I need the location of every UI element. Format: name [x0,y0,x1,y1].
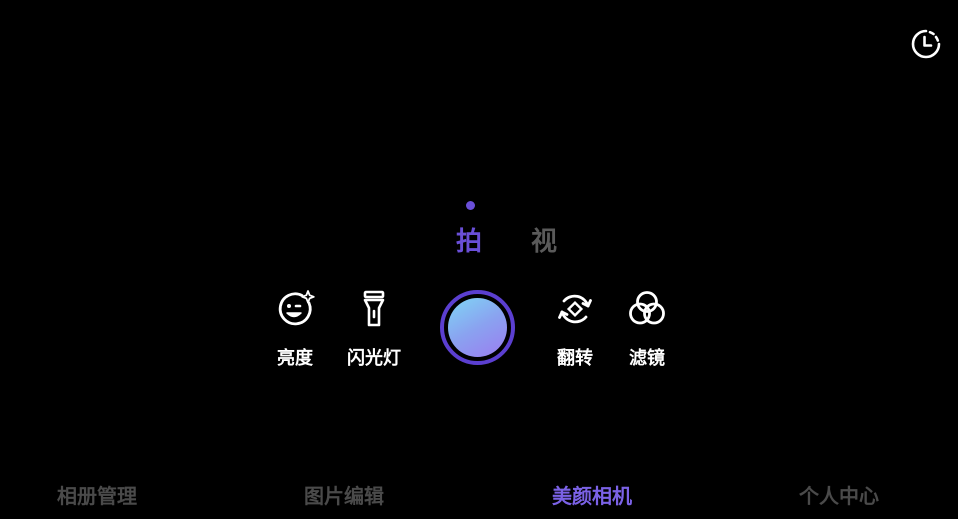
mode-tab-photo[interactable]: 拍 [456,226,482,258]
shutter-inner [448,298,507,357]
face-sparkle-icon [274,288,316,330]
nav-item-profile[interactable]: 个人中心 [799,478,879,514]
mode-tab-video[interactable]: 视 [531,226,557,258]
clock-timer-icon [911,29,941,59]
flash-button[interactable]: 闪光灯 [344,288,404,370]
flash-label: 闪光灯 [347,348,401,369]
bottom-nav: 相册管理 图片编辑 美颜相机 个人中心 [0,478,958,514]
filter-circles-icon [626,288,668,330]
camera-screen: 拍 视 亮度 闪光灯 翻转 滤镜 相册管理 图片编辑 美颜相机 个人中心 [0,0,958,519]
flip-camera-button[interactable]: 翻转 [552,288,598,370]
mode-indicator-dot [466,201,475,210]
timer-button[interactable] [909,27,943,61]
filter-button[interactable]: 滤镜 [624,288,670,370]
brightness-button[interactable]: 亮度 [272,288,318,370]
flip-camera-icon [554,288,596,330]
flashlight-icon [353,288,395,330]
nav-item-album[interactable]: 相册管理 [57,478,137,514]
filter-label: 滤镜 [629,348,665,369]
brightness-label: 亮度 [277,348,313,369]
nav-item-edit[interactable]: 图片编辑 [304,478,384,514]
nav-item-camera[interactable]: 美颜相机 [552,478,632,514]
flip-label: 翻转 [557,348,593,369]
shutter-button[interactable] [440,290,515,365]
